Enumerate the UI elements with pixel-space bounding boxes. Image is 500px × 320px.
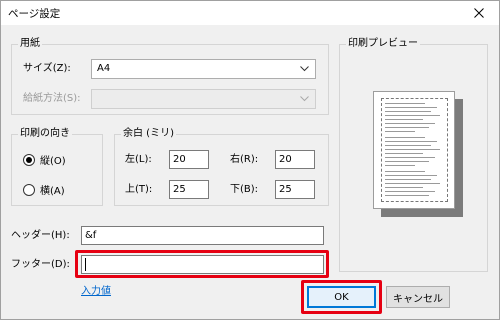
paper-feed-label: 給紙方法(S):	[23, 93, 81, 104]
footer-input[interactable]	[81, 255, 324, 274]
title-bar: ページ設定	[1, 1, 499, 25]
orientation-group-label: 印刷の向き	[18, 128, 72, 140]
header-label: ヘッダー(H):	[11, 230, 70, 241]
margin-right-label: 右(R):	[230, 154, 259, 165]
footer-label: フッター(D):	[11, 259, 70, 270]
paper-size-select[interactable]: A4	[91, 59, 316, 79]
margins-group-label: 余白 (ミリ)	[121, 128, 176, 140]
margin-top-input[interactable]: 25	[169, 180, 209, 199]
margin-right-input[interactable]: 20	[275, 150, 315, 169]
landscape-radio[interactable]: 横(A)	[23, 182, 65, 197]
portrait-radio-button[interactable]	[23, 153, 35, 166]
paper-size-value: A4	[97, 63, 111, 74]
header-input[interactable]: &f	[81, 226, 324, 245]
paper-feed-select[interactable]	[91, 89, 316, 109]
paper-size-label: サイズ(Z):	[23, 63, 71, 74]
portrait-radio[interactable]: 縦(O)	[23, 152, 66, 167]
text-caret	[85, 258, 86, 271]
chevron-down-icon	[297, 90, 311, 108]
chevron-down-icon	[297, 60, 311, 78]
paper-group-label: 用紙	[18, 38, 42, 50]
preview-margin-frame	[381, 98, 448, 202]
landscape-label: 横(A)	[40, 186, 65, 197]
portrait-label: 縦(O)	[40, 156, 66, 167]
margin-left-input[interactable]: 20	[169, 150, 209, 169]
window-title: ページ設定	[8, 7, 61, 20]
print-preview-label: 印刷プレビュー	[346, 38, 420, 50]
cancel-button[interactable]: キャンセル	[386, 286, 450, 308]
landscape-radio-button[interactable]	[23, 183, 35, 196]
input-values-link[interactable]: 入力値	[81, 282, 111, 297]
page-setup-dialog: ページ設定 用紙 サイズ(Z): A4 給紙方法(S): 印刷プレビュー 印刷の…	[0, 0, 500, 320]
margin-top-label: 上(T):	[125, 184, 153, 195]
ok-button[interactable]: OK	[307, 286, 376, 308]
margin-bottom-input[interactable]: 25	[275, 180, 315, 199]
margin-left-label: 左(L):	[125, 154, 152, 165]
close-icon	[474, 8, 484, 18]
margin-bottom-label: 下(B):	[230, 184, 259, 195]
preview-page	[373, 91, 455, 209]
close-button[interactable]	[459, 1, 499, 25]
